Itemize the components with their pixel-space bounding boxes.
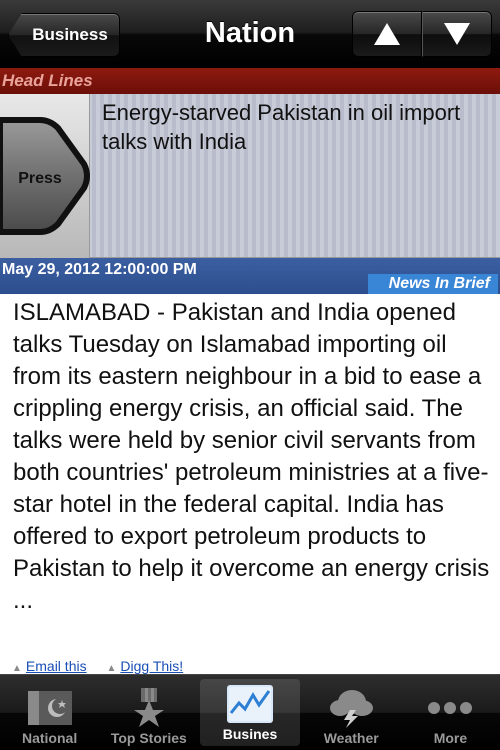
tab-national[interactable]: National — [0, 675, 99, 750]
page-title: Nation — [204, 17, 296, 49]
arrow-down-icon — [444, 23, 470, 45]
headline-title[interactable]: Energy-starved Pakistan in oil import ta… — [102, 98, 494, 156]
tab-weather[interactable]: Weather — [302, 675, 401, 750]
stock-chart-icon — [220, 684, 280, 724]
cloud-lightning-icon — [321, 688, 381, 728]
email-this-link[interactable]: Email this — [26, 658, 87, 674]
tab-bar: National Top Stories Busines Weather Mor… — [0, 674, 500, 750]
article-body: ISLAMABAD - Pakistan and India opened ta… — [13, 299, 490, 614]
headline-row: Press Energy-starved Pakistan in oil imp… — [0, 94, 500, 258]
publish-date: May 29, 2012 12:00:00 PM — [2, 261, 197, 278]
tab-label-more: More — [433, 730, 468, 746]
press-thumbnail: Press — [0, 94, 90, 258]
share-links: ▲ Email this ▲ Digg This! — [12, 658, 492, 674]
category-badge: News In Brief — [368, 274, 498, 294]
tab-top-stories[interactable]: Top Stories — [99, 675, 198, 750]
tab-more[interactable]: More — [401, 675, 500, 750]
digg-this-link[interactable]: Digg This! — [120, 658, 183, 674]
date-bar: May 29, 2012 12:00:00 PM News In Brief — [0, 258, 500, 294]
more-dots-icon — [420, 688, 480, 728]
tab-label-top-stories: Top Stories — [110, 730, 187, 746]
tab-label-weather: Weather — [323, 730, 379, 746]
tab-label-business: Busines — [222, 726, 278, 742]
headlines-section-label: Head Lines — [0, 68, 500, 94]
email-icon: ▲ — [12, 663, 22, 674]
arrow-up-icon — [374, 23, 400, 45]
press-arrow-icon: Press — [0, 117, 90, 235]
pakistan-flag-icon — [20, 688, 80, 728]
back-button-business[interactable]: Business — [8, 13, 120, 57]
star-medal-icon — [119, 688, 179, 728]
tab-label-national: National — [21, 730, 78, 746]
tab-business[interactable]: Busines — [200, 679, 300, 746]
previous-article-button[interactable] — [352, 11, 422, 57]
navigation-bar: Business Nation — [0, 0, 500, 68]
press-label: Press — [18, 170, 62, 187]
next-article-button[interactable] — [422, 11, 492, 57]
digg-icon: ▲ — [106, 663, 117, 674]
